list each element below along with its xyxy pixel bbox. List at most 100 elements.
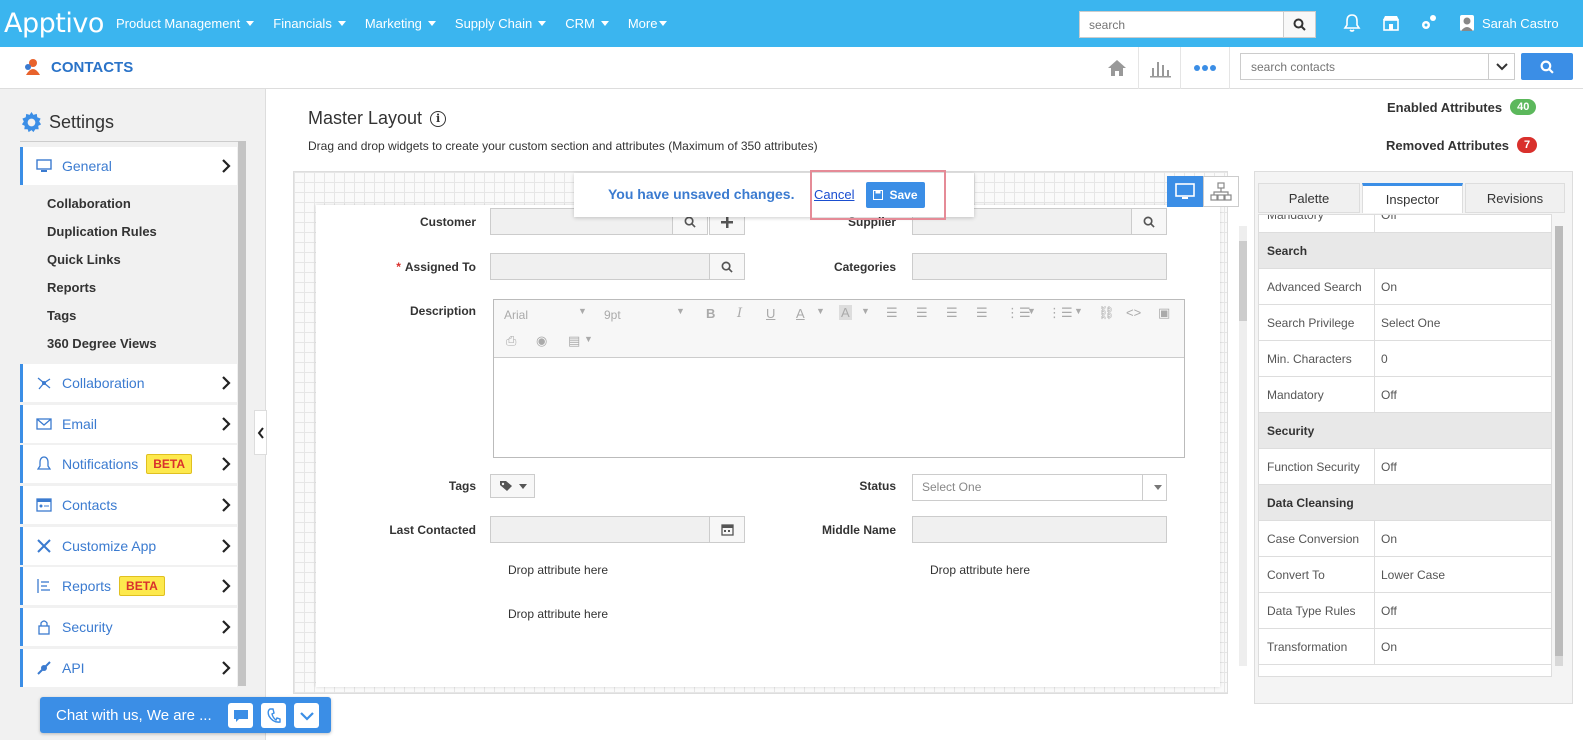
dashboard-button[interactable] — [1138, 47, 1180, 89]
sidebar-scrollbar[interactable] — [238, 141, 246, 686]
store-icon[interactable] — [1381, 13, 1401, 33]
sidebar-item-contacts[interactable]: Contacts — [20, 486, 237, 524]
user-avatar-icon — [1460, 15, 1474, 31]
assigned-to-search-button[interactable] — [709, 253, 745, 280]
sidebar-item-email[interactable]: Email — [20, 405, 237, 443]
code-icon[interactable]: <> — [1126, 305, 1141, 320]
tab-palette[interactable]: Palette — [1258, 183, 1360, 213]
sidebar-sub-duplication-rules[interactable]: Duplication Rules — [47, 224, 157, 239]
nav-more[interactable]: More — [628, 16, 668, 31]
drop-zone[interactable]: Drop attribute here — [930, 563, 1030, 577]
user-menu[interactable]: Sarah Castro — [1460, 15, 1559, 31]
inspector-row[interactable]: Function Security Off — [1259, 449, 1551, 485]
tags-dropdown-button[interactable] — [490, 474, 535, 498]
sidebar-sub-collaboration[interactable]: Collaboration — [47, 196, 131, 211]
font-family-select[interactable]: Arial — [504, 308, 528, 322]
assigned-to-field[interactable] — [490, 253, 710, 280]
inspector-row[interactable]: Case Conversion On — [1259, 521, 1551, 557]
highlight-color-icon[interactable]: A — [839, 305, 852, 320]
align-justify-icon[interactable]: ☰ — [976, 305, 988, 321]
chat-message-button[interactable] — [228, 703, 253, 728]
tab-revisions[interactable]: Revisions — [1465, 183, 1565, 213]
caret-down-icon: ▼ — [816, 306, 825, 316]
inspector-row[interactable]: Transformation On — [1259, 629, 1551, 665]
font-size-select[interactable]: 9pt — [604, 308, 621, 322]
link-icon[interactable]: ⛓ — [1098, 305, 1115, 321]
bell-icon[interactable] — [1342, 13, 1362, 33]
sidebar-sub-reports[interactable]: Reports — [47, 280, 96, 295]
canvas-scrollbar[interactable] — [1239, 226, 1247, 666]
nav-marketing[interactable]: Marketing — [365, 16, 436, 31]
global-search-button[interactable] — [1283, 12, 1315, 37]
font-color-icon[interactable]: A — [796, 306, 805, 321]
inspector-row[interactable]: Advanced Search On — [1259, 269, 1551, 305]
contact-search-dropdown[interactable] — [1488, 54, 1514, 79]
nav-financials[interactable]: Financials — [273, 16, 346, 31]
inspector-row[interactable]: Mandatory Off — [1259, 377, 1551, 413]
table-icon[interactable]: ▤ — [568, 333, 580, 349]
sidebar-item-general[interactable]: General — [20, 147, 237, 185]
sidebar-item-customize-app[interactable]: Customize App — [20, 527, 237, 565]
chat-minimize-button[interactable] — [294, 703, 319, 728]
app-title[interactable]: CONTACTS — [22, 57, 133, 77]
align-center-icon[interactable]: ☰ — [916, 305, 928, 321]
sidebar-item-security[interactable]: Security — [20, 608, 237, 646]
contact-search-button[interactable] — [1521, 53, 1573, 80]
removed-attributes[interactable]: Removed Attributes 7 — [1386, 137, 1538, 153]
image-icon[interactable]: ▣ — [1158, 305, 1170, 321]
inspector-row[interactable]: Mandatory Off — [1259, 215, 1551, 233]
description-editor[interactable]: Arial ▼ 9pt ▼ B I U A ▼ A ▼ ☰ ☰ ☰ ☰ ⋮☰ ▼… — [493, 299, 1185, 458]
date-picker-button[interactable] — [709, 516, 745, 543]
apptivo-logo[interactable]: Apptivo — [4, 8, 104, 39]
sidebar-item-collaboration[interactable]: Collaboration — [20, 364, 237, 402]
sidebar-sub-tags[interactable]: Tags — [47, 308, 76, 323]
sidebar-sub-360-degree-views[interactable]: 360 Degree Views — [47, 336, 157, 351]
print-icon[interactable]: ⎙ — [506, 333, 516, 349]
italic-icon[interactable]: I — [737, 306, 742, 321]
desktop-view-button[interactable] — [1167, 176, 1203, 207]
sidebar-item-api[interactable]: API — [20, 649, 237, 687]
chat-widget[interactable]: Chat with us, We are ... — [40, 697, 331, 733]
nav-supply-chain[interactable]: Supply Chain — [455, 16, 547, 31]
canvas-scroll-thumb[interactable] — [1239, 241, 1247, 321]
sidebar-sub-quick-links[interactable]: Quick Links — [47, 252, 121, 267]
hierarchy-view-button[interactable] — [1203, 176, 1239, 207]
search-icon — [1293, 18, 1306, 31]
bold-icon[interactable]: B — [706, 306, 715, 321]
drop-zone[interactable]: Drop attribute here — [508, 607, 608, 621]
save-button[interactable]: Save — [866, 182, 925, 208]
preview-eye-icon[interactable]: ◉ — [536, 333, 547, 349]
align-left-icon[interactable]: ☰ — [886, 305, 898, 321]
people-settings-icon[interactable] — [1419, 13, 1439, 33]
inspector-row[interactable]: Search Privilege Select One — [1259, 305, 1551, 341]
tab-inspector[interactable]: Inspector — [1362, 183, 1463, 213]
drop-zone[interactable]: Drop attribute here — [508, 563, 608, 577]
sidebar-item-notifications[interactable]: Notifications BETA — [20, 445, 237, 483]
status-select-dropdown[interactable] — [1142, 475, 1166, 500]
info-icon[interactable]: i — [430, 110, 447, 127]
numbered-list-icon[interactable]: ⋮☰ — [1048, 305, 1073, 321]
inspector-row[interactable]: Min. Characters 0 — [1259, 341, 1551, 377]
middle-name-field[interactable] — [912, 516, 1167, 543]
status-select[interactable]: Select One — [912, 474, 1167, 501]
contact-search-input[interactable] — [1241, 54, 1481, 79]
chat-call-button[interactable] — [261, 703, 286, 728]
enabled-attributes[interactable]: Enabled Attributes 40 — [1387, 99, 1537, 115]
nav-product-management[interactable]: Product Management — [116, 16, 255, 31]
more-options-button[interactable] — [1180, 47, 1230, 89]
underline-icon[interactable]: U — [766, 306, 775, 321]
align-right-icon[interactable]: ☰ — [946, 305, 958, 321]
top-navbar: Apptivo Product Management Financials Ma… — [0, 0, 1583, 47]
nav-crm[interactable]: CRM — [565, 16, 609, 31]
last-contacted-field[interactable] — [490, 516, 710, 543]
sidebar-item-reports[interactable]: Reports BETA — [20, 567, 237, 605]
supplier-search-button[interactable] — [1131, 208, 1167, 235]
inspector-scroll-thumb[interactable] — [1555, 226, 1563, 656]
inspector-scrollbar[interactable] — [1555, 226, 1563, 666]
sidebar-collapse-button[interactable] — [254, 410, 267, 455]
inspector-row[interactable]: Convert To Lower Case — [1259, 557, 1551, 593]
global-search-input[interactable] — [1080, 12, 1284, 37]
home-button[interactable] — [1096, 47, 1138, 89]
categories-field[interactable] — [912, 253, 1167, 280]
inspector-row[interactable]: Data Type Rules Off — [1259, 593, 1551, 629]
